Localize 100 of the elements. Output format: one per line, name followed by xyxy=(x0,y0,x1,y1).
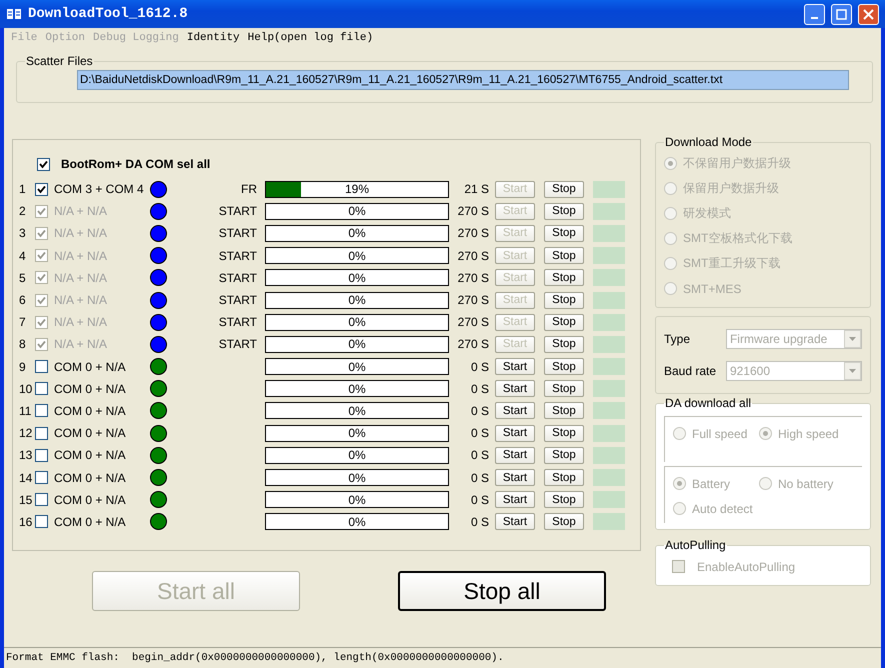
progress-percent: 0% xyxy=(347,426,367,441)
radio-label: 研发模式 xyxy=(683,205,731,222)
elapsed-time: 270 S xyxy=(456,226,489,240)
port-number: 3 xyxy=(19,226,27,240)
start-button[interactable]: Start xyxy=(495,491,535,508)
checkbox[interactable] xyxy=(35,515,48,528)
port-number: 7 xyxy=(19,315,27,330)
com-port-label: COM 0 + N/A xyxy=(54,382,127,396)
stage-label: START xyxy=(218,293,257,308)
app-icon xyxy=(6,7,22,21)
close-button[interactable] xyxy=(858,4,879,24)
menu-item[interactable]: Identity xyxy=(184,32,243,44)
elapsed-time: 0 S xyxy=(470,470,489,485)
stage-label: FR xyxy=(240,182,257,196)
close-icon xyxy=(863,8,874,20)
checkbox[interactable] xyxy=(35,382,48,396)
stage-label: START xyxy=(218,204,257,218)
stop-all-button[interactable]: Stop all xyxy=(398,571,606,611)
radio-label: No battery xyxy=(778,476,834,490)
result-indicator xyxy=(593,491,625,508)
result-indicator xyxy=(593,247,625,264)
result-indicator xyxy=(593,202,625,220)
elapsed-time: 21 S xyxy=(463,182,489,196)
minimize-button[interactable] xyxy=(804,4,825,24)
progress-percent: 0% xyxy=(347,359,367,374)
com-port-label: N/A + N/A xyxy=(54,315,108,330)
maximize-button[interactable] xyxy=(831,4,852,24)
stop-button[interactable]: Stop xyxy=(544,491,584,508)
elapsed-time: 270 S xyxy=(456,337,489,352)
start-button[interactable]: Start xyxy=(495,402,535,420)
elapsed-time: 0 S xyxy=(470,426,489,440)
stop-button[interactable]: Stop xyxy=(544,469,584,486)
port-number: 5 xyxy=(19,270,27,285)
menu-item[interactable]: Help(open log file) xyxy=(244,32,376,44)
com-port-label: N/A + N/A xyxy=(54,337,108,352)
com-port-label: COM 0 + N/A xyxy=(54,470,127,485)
group-title: DA download all xyxy=(664,396,752,410)
radio-label: High speed xyxy=(778,426,839,440)
elapsed-time: 0 S xyxy=(470,404,489,418)
radio-label: SMT重工升级下载 xyxy=(683,255,780,272)
elapsed-time: 270 S xyxy=(456,248,489,263)
progress-percent: 0% xyxy=(347,270,367,286)
com-port-label: N/A + N/A xyxy=(54,248,108,263)
com-port-label: N/A + N/A xyxy=(54,270,108,285)
progress-percent: 0% xyxy=(347,448,367,463)
checkbox[interactable] xyxy=(35,471,48,484)
start-button[interactable]: Start xyxy=(495,358,535,376)
elapsed-time: 0 S xyxy=(470,448,489,462)
port-number: 4 xyxy=(19,248,27,263)
stop-button[interactable]: Stop xyxy=(544,358,584,376)
checkbox-label: EnableAutoPulling xyxy=(697,560,796,574)
checkbox[interactable] xyxy=(37,158,50,170)
stage-label: START xyxy=(218,337,257,352)
stage-label: START xyxy=(218,270,257,285)
stop-button[interactable]: Stop xyxy=(544,180,584,198)
group-title: Scatter Files xyxy=(25,54,94,68)
com-port-label: COM 3 + COM 4 xyxy=(54,182,145,196)
checkbox[interactable] xyxy=(35,182,48,196)
start-button[interactable]: Start xyxy=(495,424,535,442)
progress-percent: 0% xyxy=(347,336,367,352)
radio-label: Battery xyxy=(692,476,730,490)
port-number: 8 xyxy=(19,337,27,352)
radio-label: SMT+MES xyxy=(683,282,742,296)
progress-percent: 0% xyxy=(347,314,367,330)
result-indicator xyxy=(593,469,625,486)
stage-label: START xyxy=(218,226,257,240)
stop-button[interactable]: Stop xyxy=(544,424,584,442)
com-port-label: COM 0 + N/A xyxy=(54,514,127,529)
result-indicator xyxy=(593,224,625,242)
com-port-label: N/A + N/A xyxy=(54,204,108,218)
checkbox[interactable] xyxy=(35,404,48,418)
checkbox[interactable] xyxy=(35,493,48,506)
stop-button[interactable]: Stop xyxy=(544,446,584,464)
checkbox[interactable] xyxy=(35,426,48,440)
progress-percent: 0% xyxy=(347,381,367,396)
stop-button[interactable]: Stop xyxy=(544,513,584,530)
result-indicator xyxy=(593,180,625,198)
elapsed-time: 270 S xyxy=(456,293,489,308)
elapsed-time: 0 S xyxy=(470,492,489,507)
progress-percent: 0% xyxy=(347,514,367,530)
start-button[interactable]: Start xyxy=(495,380,535,398)
start-button[interactable]: Start xyxy=(495,513,535,530)
radio-label: 不保留用户数据升级 xyxy=(683,155,791,172)
elapsed-time: 270 S xyxy=(456,315,489,330)
field-label: Type xyxy=(664,332,692,346)
port-number: 2 xyxy=(19,204,27,218)
stop-button[interactable]: Stop xyxy=(544,380,584,398)
group-title: Download Mode xyxy=(664,135,753,149)
checkbox[interactable] xyxy=(35,448,48,462)
elapsed-time: 270 S xyxy=(456,270,489,285)
scatter-path-field[interactable]: D:\BaiduNetdiskDownload\R9m_11_A.21_160527\R9m_11_A.21_160527\R9m_11_A.21_160527\MT6755_Android_scatter.txt xyxy=(77,70,849,90)
progress-percent: 0% xyxy=(347,204,367,219)
checkbox[interactable] xyxy=(35,360,48,374)
stop-button[interactable]: Stop xyxy=(544,402,584,420)
progress-percent: 0% xyxy=(347,292,367,308)
start-button[interactable]: Start xyxy=(495,446,535,464)
start-button[interactable]: Start xyxy=(495,469,535,486)
progress-percent: 0% xyxy=(347,492,367,508)
radio-label: SMT空板格式化下载 xyxy=(683,230,792,247)
progress-percent: 0% xyxy=(347,470,367,486)
